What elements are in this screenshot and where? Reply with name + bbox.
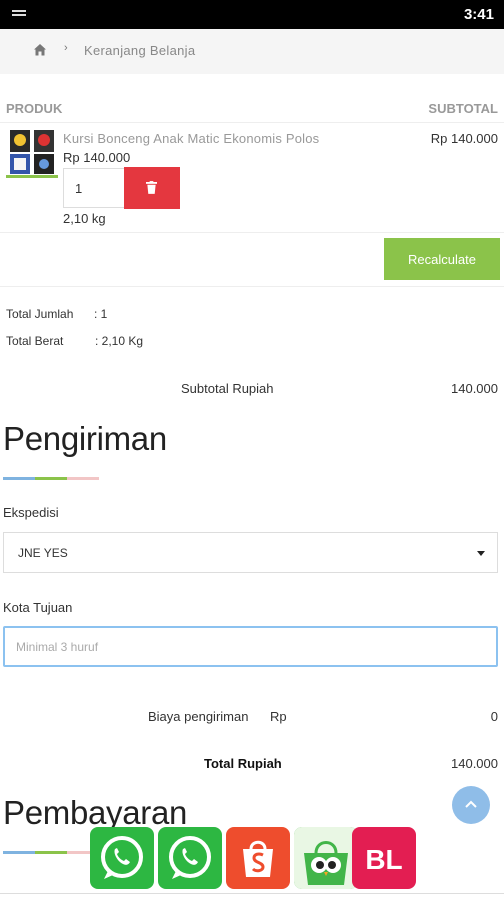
total-label: Total Rupiah xyxy=(204,756,282,771)
divider xyxy=(0,232,504,233)
shipping-cost-currency: Rp xyxy=(270,709,287,724)
scroll-to-top-button[interactable] xyxy=(452,786,490,824)
caret-down-icon xyxy=(477,551,485,556)
product-name[interactable]: Kursi Bonceng Anak Matic Ekonomis Polos xyxy=(63,131,319,146)
divider xyxy=(0,893,504,894)
courier-selected-value: JNE YES xyxy=(18,546,68,560)
status-time: 3:41 xyxy=(463,6,494,23)
courier-select[interactable]: JNE YES xyxy=(3,532,498,573)
courier-label: Ekspedisi xyxy=(3,505,59,520)
whatsapp-button-1[interactable] xyxy=(90,827,154,889)
notification-icon xyxy=(12,10,26,19)
shipping-title: Pengiriman xyxy=(3,420,167,457)
subtotal-label: Subtotal Rupiah xyxy=(181,381,274,396)
chevron-up-icon xyxy=(465,800,477,808)
delete-item-button[interactable] xyxy=(124,167,180,209)
total-value: 140.000 xyxy=(451,756,498,771)
breadcrumb-separator: › xyxy=(64,42,68,54)
subtotal-column-header: SUBTOTAL xyxy=(428,101,498,116)
title-underline xyxy=(3,851,99,854)
total-quantity-label: Total Jumlah xyxy=(6,307,74,321)
breadcrumb: › Keranjang Belanja xyxy=(0,29,504,74)
total-quantity-row: Total Jumlah : 1 xyxy=(6,307,107,321)
divider xyxy=(0,286,504,287)
home-icon[interactable] xyxy=(33,43,47,57)
status-bar: 3:41 xyxy=(0,0,504,29)
shipping-cost-value: 0 xyxy=(490,709,498,724)
city-input[interactable] xyxy=(3,626,498,667)
bukalapak-button[interactable]: BL xyxy=(352,827,416,889)
whatsapp-icon xyxy=(169,836,211,879)
quantity-input[interactable] xyxy=(63,168,125,208)
bukalapak-label: BL xyxy=(365,844,402,875)
subtotal-value: 140.000 xyxy=(451,381,498,396)
bukalapak-icon: BL xyxy=(365,844,402,875)
item-subtotal: Rp 140.000 xyxy=(430,131,498,146)
product-thumbnail[interactable] xyxy=(6,128,58,178)
product-column-header: PRODUK xyxy=(6,101,63,116)
product-weight: 2,10 kg xyxy=(63,211,106,226)
total-weight-value: : 2,10 Kg xyxy=(95,334,144,348)
whatsapp-button-2[interactable] xyxy=(158,827,222,889)
tokopedia-owl-icon xyxy=(294,827,358,889)
shopee-button[interactable] xyxy=(226,827,290,889)
shopee-bag-icon xyxy=(243,840,273,877)
recalculate-button[interactable]: Recalculate xyxy=(384,238,500,280)
total-weight-row: Total Berat : 2,10 Kg xyxy=(6,334,143,348)
divider xyxy=(0,122,504,123)
city-label: Kota Tujuan xyxy=(3,600,73,615)
tokopedia-button[interactable] xyxy=(294,827,358,889)
product-price: Rp 140.000 xyxy=(63,150,131,165)
title-underline xyxy=(3,477,99,480)
breadcrumb-current: Keranjang Belanja xyxy=(84,43,196,58)
total-weight-label: Total Berat xyxy=(6,334,64,348)
trash-icon xyxy=(146,181,157,194)
whatsapp-icon xyxy=(101,836,143,879)
shipping-cost-label: Biaya pengiriman xyxy=(148,709,249,724)
total-quantity-value: : 1 xyxy=(94,307,108,321)
